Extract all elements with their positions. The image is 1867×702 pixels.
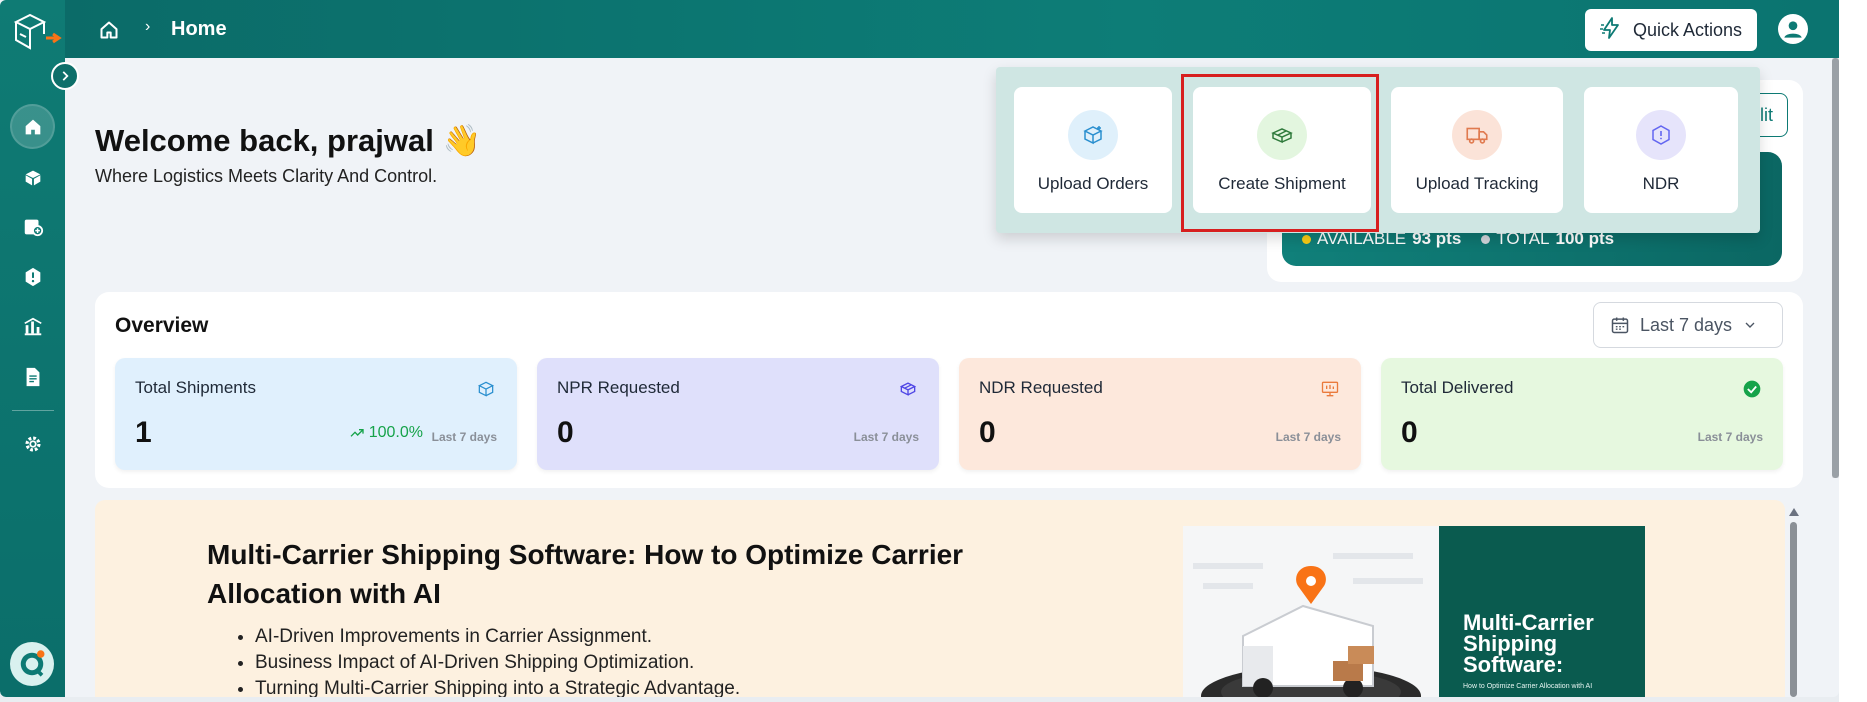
stat-label: Total Delivered [1401,378,1514,397]
stat-value: 0 [979,416,996,449]
chevron-right-icon [62,71,69,81]
banner-bullet: AI-Driven Improvements in Carrier Assign… [255,624,740,650]
home-icon [25,119,40,134]
presentation-icon [1319,378,1341,400]
banner-image-title: Multi-Carrier Shipping Software: [1463,610,1594,677]
quick-action-create-shipment[interactable]: Create Shipment [1193,87,1371,213]
welcome-subtitle: Where Logistics Meets Clarity And Contro… [95,166,438,186]
sidebar-collapse-button[interactable] [51,62,79,90]
stat-card-total-delivered[interactable]: Total Delivered 0 Last 7 days [1381,358,1783,470]
banner-image[interactable]: Multi-Carrier Shipping Software: How to … [1183,526,1645,697]
sidebar-item-home[interactable] [10,104,55,149]
document-icon [26,367,39,386]
quick-action-upload-orders[interactable]: Upload Orders [1014,87,1172,213]
banner-image-panel: Multi-Carrier Shipping Software: How to … [1439,526,1645,697]
stat-label: Total Shipments [135,378,256,397]
overview-section: Overview Last 7 days Total Shipments 1 1… [95,292,1803,488]
stat-card-total-shipments[interactable]: Total Shipments 1 100.0% Last 7 days [115,358,517,470]
quick-actions-menu: Upload Orders Create Shipment Upload Tra… [996,67,1760,233]
lightning-icon [1599,16,1623,45]
sidebar-divider [12,410,54,411]
total-dot-icon [1481,234,1491,244]
sidebar [0,0,65,697]
bank-chart-icon [23,317,42,335]
brand-logo-icon[interactable] [12,12,62,52]
check-circle-icon [1741,378,1763,400]
truck-icon [1452,110,1502,160]
banner-bullet: Business Impact of AI-Driven Shipping Op… [255,650,740,676]
date-range-select[interactable]: Last 7 days [1593,302,1783,348]
banner-scrollbar-thumb[interactable] [1790,522,1797,697]
stat-period: Last 7 days [853,430,919,444]
banner-bullet: Turning Multi-Carrier Shipping into a St… [255,676,740,697]
sidebar-item-documents[interactable] [10,354,55,399]
stat-period: Last 7 days [1697,430,1763,444]
user-icon [1784,21,1802,38]
stat-value: 0 [557,416,574,449]
scroll-up-arrow-icon[interactable] [1789,508,1799,516]
hexagon-alert-icon [1636,110,1686,160]
page-scrollbar[interactable] [1832,58,1839,478]
blog-banner[interactable]: Multi-Carrier Shipping Software: How to … [95,500,1785,697]
sidebar-item-shipments[interactable] [10,155,55,200]
date-range-value: Last 7 days [1640,314,1733,335]
box-icon [25,170,40,185]
sidebar-item-ndr[interactable] [10,254,55,299]
stat-card-npr-requested[interactable]: NPR Requested 0 Last 7 days [537,358,939,470]
banner-image-subtitle: How to Optimize Carrier Allocation with … [1463,683,1593,690]
shipment-box-icon [1257,110,1307,160]
box-return-icon [897,378,919,400]
chevron-down-icon [1745,322,1755,328]
stat-value: 1 [135,416,152,449]
stat-label: NPR Requested [557,378,680,397]
quick-action-ndr[interactable]: NDR [1584,87,1738,213]
app-window: › Home Quick Actions Welcome back, prajw… [0,0,1839,697]
sidebar-item-settings[interactable] [10,421,55,466]
quick-actions-label: Quick Actions [1633,19,1743,40]
overview-title: Overview [115,314,209,337]
sidebar-item-reports[interactable] [10,304,55,349]
stat-change: 100.0% [349,424,423,442]
stat-change-value: 100.0% [368,424,423,441]
quick-action-label: Upload Tracking [1415,174,1539,193]
quick-actions-button[interactable]: Quick Actions [1585,9,1757,51]
breadcrumb-separator: › [145,18,151,35]
stat-value: 0 [1401,416,1418,449]
stat-period: Last 7 days [431,430,497,444]
page-scrollbar-thumb[interactable] [1832,58,1839,478]
order-add-icon [24,219,43,236]
gear-icon [24,435,41,452]
delivery-truck-illustration [1183,526,1439,697]
welcome-heading: Welcome back, prajwal 👋 [95,123,482,158]
stat-card-ndr-requested[interactable]: NDR Requested 0 Last 7 days [959,358,1361,470]
stat-label: NDR Requested [979,378,1103,397]
banner-scrollbar[interactable] [1788,508,1799,697]
cube-icon [475,378,497,400]
user-avatar-button[interactable] [1778,14,1808,44]
alert-hexagon-icon [25,267,40,286]
banner-bullets: AI-Driven Improvements in Carrier Assign… [255,624,740,697]
quick-action-upload-tracking[interactable]: Upload Tracking [1391,87,1563,213]
banner-title[interactable]: Multi-Carrier Shipping Software: How to … [207,535,1027,613]
top-bar: › Home Quick Actions [65,0,1839,58]
quick-action-label: Upload Orders [1037,174,1149,193]
quick-action-label: NDR [1642,174,1680,193]
trend-up-icon [350,429,364,437]
package-upload-icon [1068,110,1118,160]
stat-period: Last 7 days [1275,430,1341,444]
quick-action-label: Create Shipment [1218,174,1346,193]
home-icon[interactable] [99,20,119,40]
chat-icon [20,650,45,677]
available-dot-icon [1302,234,1311,244]
calendar-icon [1611,317,1629,334]
chat-support-button[interactable] [10,642,54,686]
page-title: Home [171,18,227,40]
sidebar-item-orders[interactable] [10,204,55,249]
window-margin [1839,0,1867,702]
